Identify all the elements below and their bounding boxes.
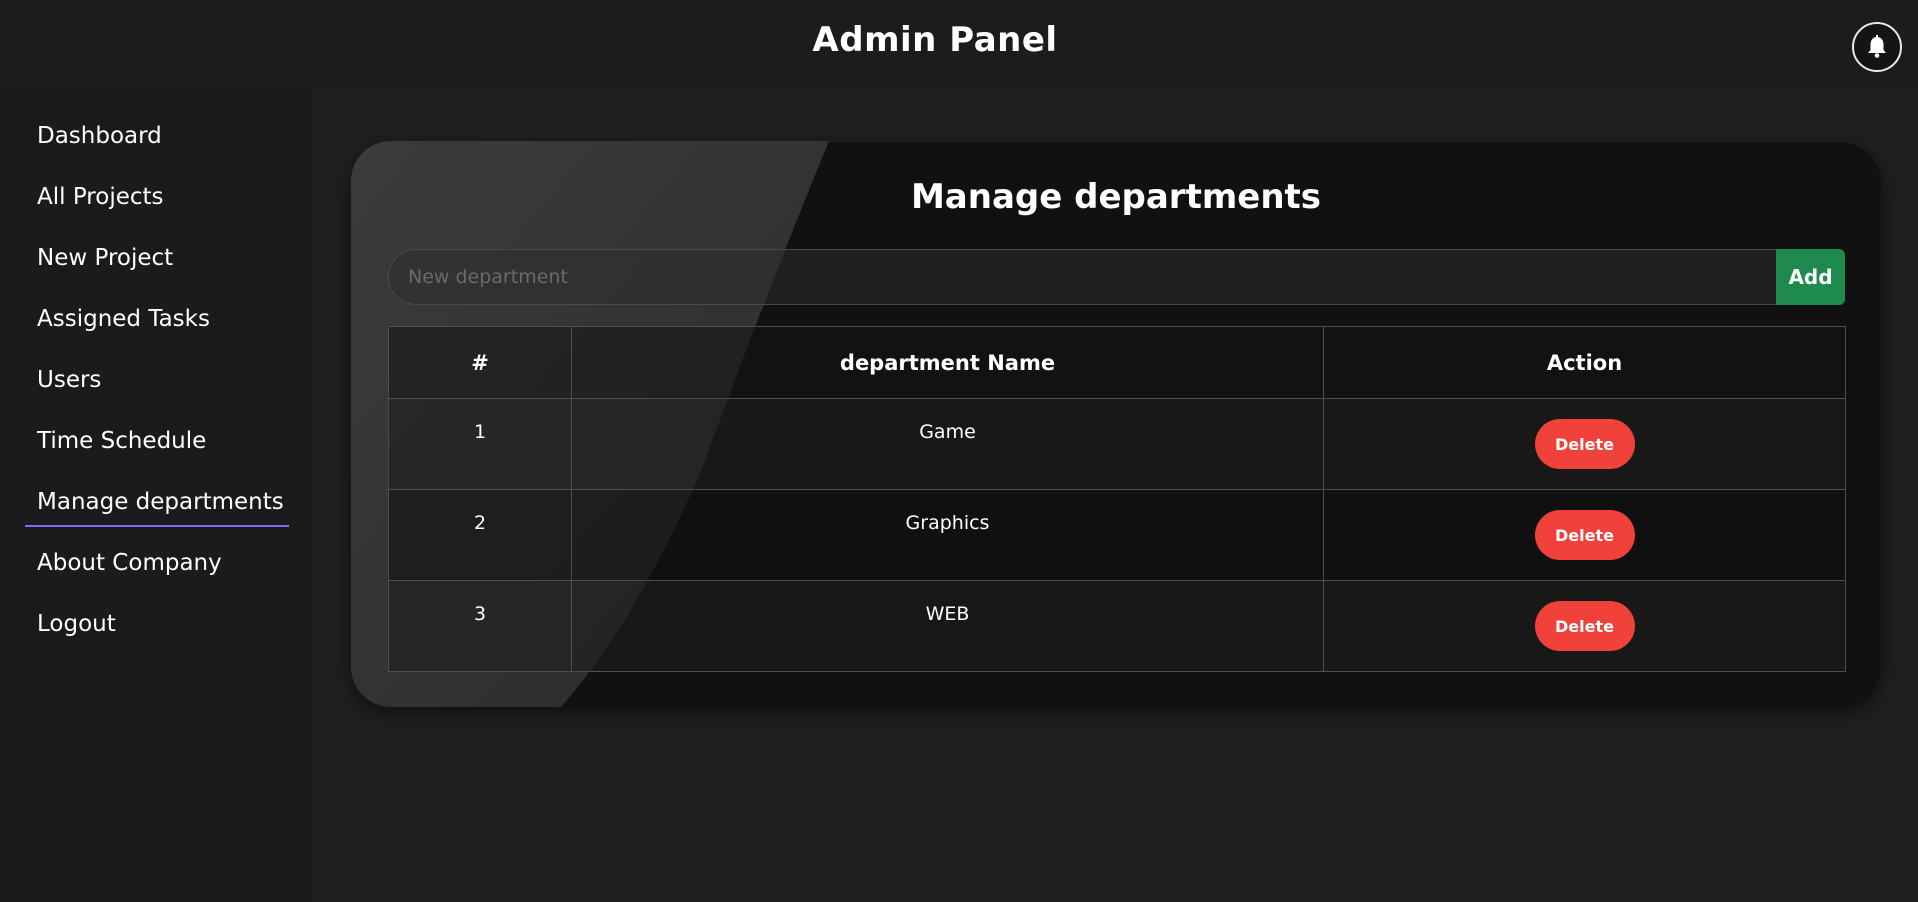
table-row: 3 WEB Delete: [388, 580, 1846, 672]
department-name: Game: [571, 398, 1324, 490]
sidebar-item-dashboard[interactable]: Dashboard: [37, 123, 162, 149]
column-header-department-name: department Name: [571, 326, 1324, 399]
page-title: Manage departments: [910, 177, 1322, 217]
delete-button[interactable]: Delete: [1534, 601, 1635, 651]
departments-table: # department Name Action 1 Game Delete 2…: [388, 326, 1846, 672]
row-number: 2: [388, 489, 572, 581]
sidebar-item-manage-departments[interactable]: Manage departments: [25, 489, 289, 527]
sidebar-item-users[interactable]: Users: [37, 367, 101, 393]
department-name: Graphics: [571, 489, 1324, 581]
add-department-button[interactable]: Add: [1776, 249, 1845, 305]
notifications-button[interactable]: [1852, 22, 1902, 72]
sidebar-item-time-schedule[interactable]: Time Schedule: [37, 428, 206, 454]
sidebar-item-new-project[interactable]: New Project: [37, 245, 173, 271]
sidebar-item-about-company[interactable]: About Company: [37, 550, 222, 576]
sidebar-item-logout[interactable]: Logout: [37, 611, 116, 637]
delete-button[interactable]: Delete: [1534, 419, 1635, 469]
top-bar: Admin Panel: [0, 0, 1918, 88]
column-header-action: Action: [1323, 326, 1846, 399]
sidebar: Dashboard All Projects New Project Assig…: [0, 88, 313, 902]
action-cell: Delete: [1323, 580, 1846, 672]
column-header-number: #: [388, 326, 572, 399]
table-row: 2 Graphics Delete: [388, 489, 1846, 581]
new-department-input[interactable]: [388, 249, 1780, 305]
sidebar-item-assigned-tasks[interactable]: Assigned Tasks: [37, 306, 210, 332]
action-cell: Delete: [1323, 398, 1846, 490]
table-row: 1 Game Delete: [388, 398, 1846, 490]
bell-icon: [1868, 35, 1886, 58]
row-number: 3: [388, 580, 572, 672]
app-title: Admin Panel: [812, 20, 1058, 60]
departments-card: Manage departments Add # department Name…: [351, 141, 1881, 707]
row-number: 1: [388, 398, 572, 490]
table-header-row: # department Name Action: [388, 326, 1846, 399]
sidebar-item-all-projects[interactable]: All Projects: [37, 184, 164, 210]
action-cell: Delete: [1323, 489, 1846, 581]
department-name: WEB: [571, 580, 1324, 672]
delete-button[interactable]: Delete: [1534, 510, 1635, 560]
